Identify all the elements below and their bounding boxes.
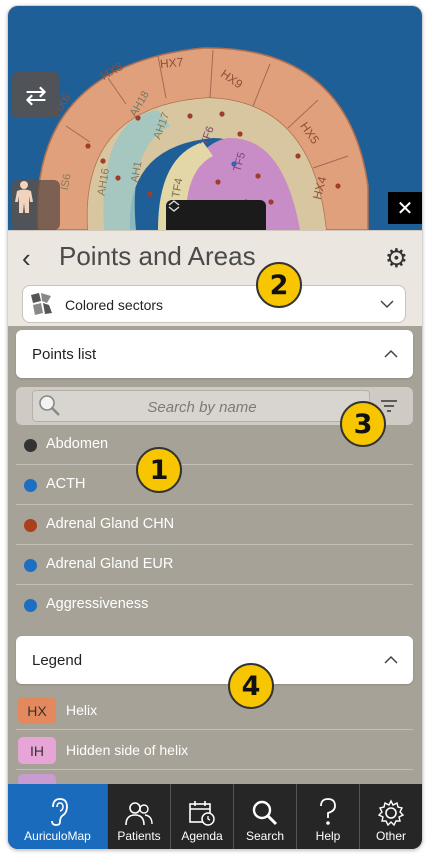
sector-mode-label: Colored sectors [65,297,164,313]
point-dot [24,439,37,452]
tab-search[interactable]: Search [234,784,297,849]
chevron-down-icon [380,300,394,309]
body-view-button[interactable] [12,180,60,230]
panel-drag-handle[interactable] [166,200,266,230]
ear-icon [50,798,68,826]
legend-item-hidden-helix[interactable]: IH Hidden side of helix [16,730,413,770]
swap-view-button[interactable]: ⇄ [12,72,60,118]
point-item-aggressiveness[interactable]: Aggressiveness [16,585,413,625]
close-map-button[interactable]: ✕ [388,192,422,224]
tab-other[interactable]: Other [360,784,422,849]
tab-label: Other [375,829,406,843]
chevron-up-icon [384,349,398,358]
tab-label: Help [315,829,341,843]
legend-name: Helix [66,702,98,718]
point-search-input[interactable]: Search by name [32,390,370,422]
patients-icon [125,802,153,826]
point-item-adrenal-gland-chn[interactable]: Adrenal Gland CHN [16,505,413,545]
bottom-tab-bar: AuriculoMap Patients Agenda Search Help … [8,784,422,849]
swap-arrows-icon: ⇄ [25,79,47,110]
callout-badge-4: 4 [228,663,274,709]
point-name: Abdomen [46,436,109,452]
callout-badge-3: 3 [340,401,386,447]
legend-chip-partial [18,774,56,784]
legend-item-helix[interactable]: HX Helix [16,690,413,730]
auriculo-map[interactable]: HX8 HX7 HX9 HX6 HX5 HX4 AH18 AH17 AH16 A… [8,6,422,230]
point-item-acth[interactable]: ACTH [16,465,413,505]
point-name: Adrenal Gland EUR [46,556,174,572]
legend-header[interactable]: Legend [16,636,413,684]
legend-chip: IH [18,737,56,764]
page-title: Points and Areas [59,241,256,271]
point-name: ACTH [46,476,86,492]
close-icon: ✕ [396,197,414,220]
search-icon [252,800,278,826]
point-dot [24,519,37,532]
ear-map-drawing [36,47,369,230]
gear-icon [377,799,405,827]
settings-gear-icon[interactable]: ⚙ [385,243,408,274]
back-icon[interactable]: ‹ [22,243,31,274]
points-areas-header: ‹ Points and Areas ⚙ Colored sectors [8,230,422,326]
calendar-icon [189,801,215,826]
tab-agenda[interactable]: Agenda [171,784,234,849]
points-list-title: Points list [32,346,97,363]
tab-label: Patients [117,829,161,843]
chevron-up-icon [384,655,398,664]
legend-name: Hidden side of helix [66,742,189,758]
point-name: Adrenal Gland CHN [46,516,175,532]
tab-label: Agenda [181,829,223,843]
tab-label: Search [245,829,285,843]
map-sectors-icon [31,293,52,315]
tab-help[interactable]: Help [297,784,360,849]
tab-auriculomap[interactable]: AuriculoMap [8,784,108,849]
app-screen: HX8 HX7 HX9 HX6 HX5 HX4 AH18 AH17 AH16 A… [8,6,422,849]
body-figure-icon [15,181,33,213]
sector-mode-dropdown[interactable]: Colored sectors [22,285,406,323]
search-placeholder: Search by name [147,399,257,416]
legend-title: Legend [32,652,83,669]
point-item-adrenal-gland-eur[interactable]: Adrenal Gland EUR [16,545,413,585]
callout-badge-1: 1 [136,447,182,493]
zone-label-hx7: HX7 [159,55,184,71]
help-icon [320,798,336,825]
expand-collapse-icon [168,200,180,212]
points-list-header[interactable]: Points list [16,330,413,378]
tab-patients[interactable]: Patients [108,784,171,849]
callout-badge-2: 2 [256,262,302,308]
point-dot [24,559,37,572]
point-dot [24,599,37,612]
point-dot [24,479,37,492]
point-name: Aggressiveness [46,596,149,612]
tab-label: AuriculoMap [24,829,91,843]
legend-chip: HX [18,697,56,724]
